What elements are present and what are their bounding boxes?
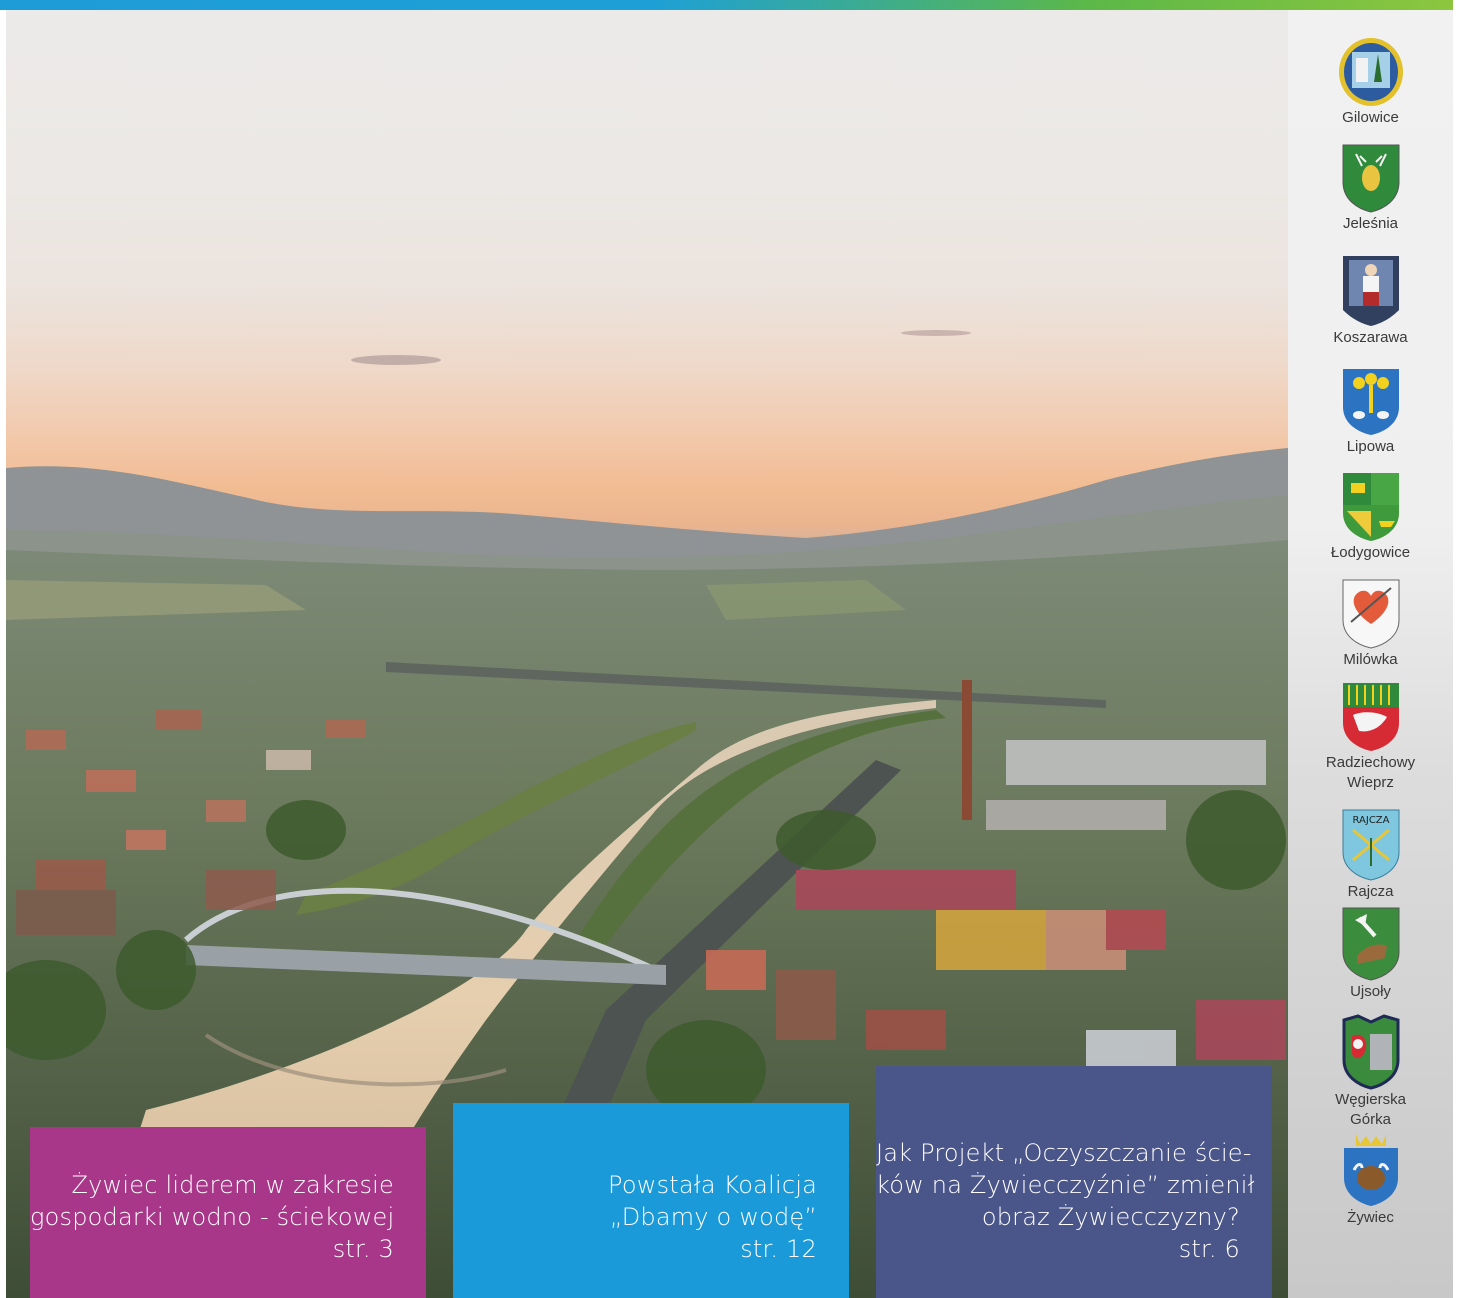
article-title-line: „Dbamy o wodę” <box>609 1203 817 1231</box>
crest-item-ujsoly: Ujsoły <box>1288 906 1453 1002</box>
crest-item-jelesnia: Jeleśnia <box>1288 142 1453 234</box>
gilowice-crest-icon <box>1338 38 1403 106</box>
jelesnia-crest-icon <box>1342 144 1399 213</box>
top-accent-bar <box>0 0 1453 10</box>
article-title-line: gospodarki wodno - ściekowej <box>30 1203 395 1231</box>
lodygowice-crest-icon <box>1342 473 1399 541</box>
article-title-line: obraz Żywiecczyzny? <box>981 1203 1240 1231</box>
article-title-line: Żywiec liderem w zakresie <box>71 1171 394 1199</box>
crest-item-radziechowy-wieprz: Radziechowy Wieprz <box>1288 681 1453 793</box>
crest-item-lipowa: Lipowa <box>1288 367 1453 457</box>
crest-name: Rajcza <box>1347 883 1394 900</box>
crest-name: Radziechowy Wieprz <box>1325 754 1416 791</box>
crest-name: Jeleśnia <box>1342 215 1399 232</box>
article-card-koalicja[interactable]: Powstała Koalicja „Dbamy o wodę” str. 12 <box>453 1103 849 1298</box>
crest-name: Koszarawa <box>1333 329 1408 346</box>
article-card-project[interactable]: Jak Projekt „Oczyszczanie ście- ków na Ż… <box>876 1066 1272 1298</box>
crest-item-zywiec: Żywiec <box>1288 1132 1453 1228</box>
rajcza-crest-icon: RAJCZA <box>1342 809 1399 881</box>
crest-name: Milówka <box>1343 651 1398 668</box>
article-title-line: Jak Projekt „Oczyszczanie ście- <box>876 1139 1252 1167</box>
crest-name: Żywiec <box>1347 1209 1394 1226</box>
crest-item-gilowice: Gilowice <box>1288 36 1453 128</box>
article-title-line: ków na Żywiecczyźnie” zmienił <box>876 1171 1255 1199</box>
article-title-line: Powstała Koalicja <box>608 1171 817 1199</box>
crest-name: Łodygowice <box>1330 544 1411 561</box>
crest-name: Gilowice <box>1342 109 1399 126</box>
article-page-ref: str. 3 <box>332 1235 394 1263</box>
article-page-ref: str. 12 <box>740 1235 817 1263</box>
rajcza-crest-text: RAJCZA <box>1352 815 1389 826</box>
koszarawa-crest-icon <box>1342 256 1399 326</box>
milowka-crest-icon <box>1342 579 1399 649</box>
article-page-ref: str. 6 <box>1178 1235 1240 1263</box>
ujsoly-crest-icon <box>1342 907 1399 981</box>
crest-name: Ujsoły <box>1350 983 1391 1000</box>
crest-item-lodygowice: Łodygowice <box>1288 471 1453 563</box>
crest-item-wegierska-gorka: Węgierska Górka <box>1288 1014 1453 1130</box>
zywiec-crest-icon <box>1343 1134 1398 1206</box>
article-card-zywiec-leader[interactable]: Żywiec liderem w zakresie gospodarki wod… <box>30 1127 426 1298</box>
lipowa-crest-icon <box>1342 369 1399 435</box>
crest-item-rajcza: RAJCZA Rajcza <box>1288 808 1453 902</box>
radziechowy-wieprz-crest-icon <box>1342 683 1399 751</box>
crest-item-milowka: Milówka <box>1288 578 1453 670</box>
municipality-crests-sidebar: Gilowice Jeleśnia Koszarawa Lipowa Łodyg… <box>1288 10 1453 1298</box>
wegierska-gorka-crest-icon <box>1342 1014 1399 1090</box>
crest-name: Węgierska Górka <box>1335 1091 1406 1128</box>
crest-name: Lipowa <box>1346 438 1395 455</box>
crest-item-koszarawa: Koszarawa <box>1288 254 1453 348</box>
